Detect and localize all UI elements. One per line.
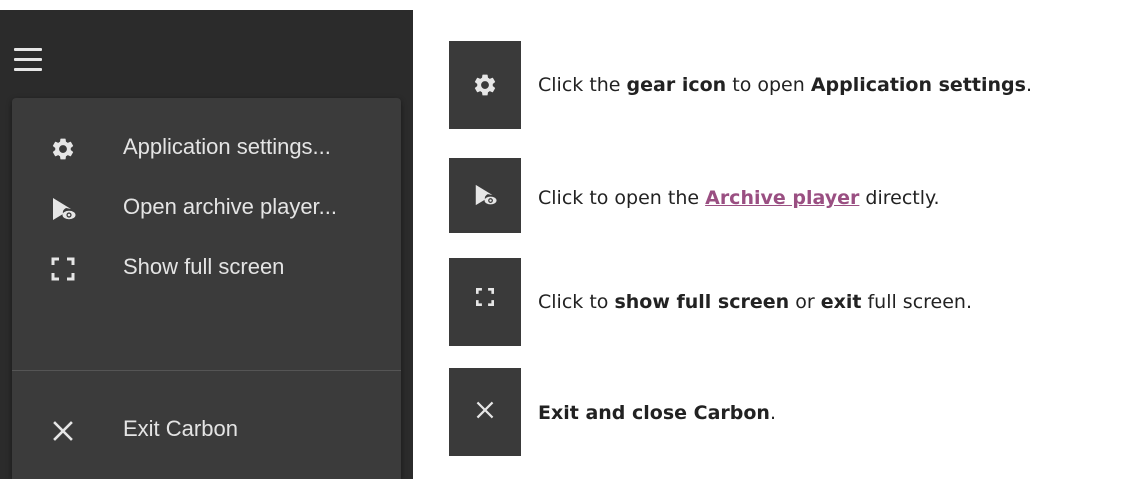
archive-player-icon	[50, 196, 76, 222]
legend-bold-text: exit	[820, 291, 862, 313]
legend-text: .	[1025, 74, 1032, 96]
close-icon	[50, 418, 76, 444]
legend-text: directly.	[859, 187, 940, 209]
menu-item-open-archive-player[interactable]: Open archive player...	[12, 178, 401, 238]
fullscreen-icon-tile	[449, 258, 521, 346]
menu-item-exit-carbon[interactable]: Exit Carbon	[12, 400, 401, 460]
legend-archive-description: Click to open the Archive player directl…	[538, 187, 940, 209]
legend-bold-text: show full screen	[614, 291, 790, 313]
close-icon-tile	[449, 368, 521, 456]
app-menu-panel: Application settings... Open archive pla…	[0, 10, 413, 479]
menu-item-show-full-screen[interactable]: Show full screen	[12, 238, 401, 298]
legend-gear-description: Click the gear icon to open Application …	[538, 74, 1032, 96]
legend-text: or	[789, 291, 821, 313]
archive-player-icon	[475, 184, 497, 206]
menu-item-label: Show full screen	[123, 254, 285, 279]
legend-bold-text: gear icon	[626, 74, 727, 96]
gear-icon	[474, 74, 496, 96]
legend-text: to open	[726, 74, 811, 96]
legend-text: Click the	[538, 74, 627, 96]
close-icon	[476, 401, 494, 419]
legend-text: .	[769, 402, 777, 424]
legend-text: full screen.	[861, 291, 973, 313]
gear-icon-tile	[449, 41, 521, 129]
fullscreen-icon	[476, 288, 494, 306]
menu-item-label: Open archive player...	[123, 194, 338, 219]
archive-player-link[interactable]: Archive player	[705, 187, 859, 209]
main-menu-dropdown: Application settings... Open archive pla…	[12, 98, 401, 479]
legend-bold-text: Exit and close Carbon	[538, 402, 770, 424]
menu-divider	[12, 370, 401, 371]
legend-text: Click to	[538, 291, 615, 313]
menu-item-application-settings[interactable]: Application settings...	[12, 118, 401, 178]
menu-top-bar	[0, 10, 413, 96]
menu-item-label: Exit Carbon	[123, 416, 238, 441]
archive-player-icon-tile	[449, 158, 521, 233]
legend-exit-description: Exit and close Carbon.	[538, 402, 776, 424]
legend-bold-text: Application settings	[810, 74, 1026, 96]
legend-fullscreen-description: Click to show full screen or exit full s…	[538, 291, 972, 313]
hamburger-menu-icon[interactable]	[14, 48, 42, 72]
fullscreen-icon	[50, 256, 76, 282]
gear-icon	[50, 136, 76, 162]
legend-text: Click to open the	[538, 187, 706, 209]
menu-item-label: Application settings...	[123, 134, 331, 159]
